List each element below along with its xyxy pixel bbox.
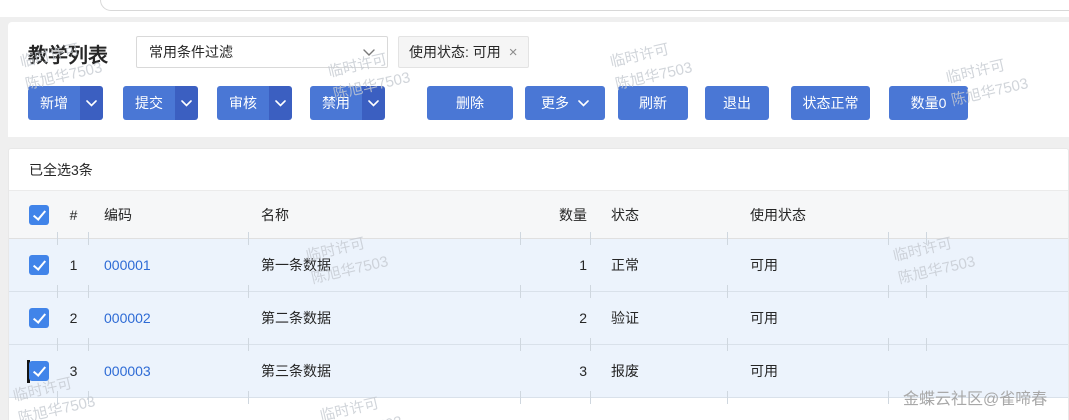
header-index: # [58,191,89,238]
quantity-button[interactable]: 数量0 [889,86,968,120]
list-header-panel: 教学列表 常用条件过滤 使用状态: 可用 × 新增 提交 审核 禁用 删除 更多 [8,22,1069,137]
row-use-status: 可用 [728,345,889,397]
chevron-down-icon [181,100,192,107]
app-screen: 教学列表 常用条件过滤 使用状态: 可用 × 新增 提交 审核 禁用 删除 更多 [0,0,1069,420]
row-name: 第三条数据 [249,345,521,397]
chevron-down-icon [368,100,379,107]
row-use-status: 可用 [728,239,889,291]
header-empty-1 [889,191,927,238]
chevron-down-icon [578,100,589,107]
row-quantity: 1 [521,239,591,291]
audit-button-group: 审核 [217,86,292,120]
row-use-status: 可用 [728,292,889,344]
status-normal-button[interactable]: 状态正常 [791,86,870,120]
row-quantity: 3 [521,345,591,397]
row-code-cell: 000003 [89,345,249,397]
row-empty-2 [927,292,1068,344]
add-button-group: 新增 [28,86,103,120]
audit-dropdown-button[interactable] [269,86,292,120]
row-index: 2 [58,292,89,344]
chevron-down-icon [86,100,97,107]
row-empty-1 [889,345,927,397]
row-checkbox[interactable] [29,255,49,275]
submit-dropdown-button[interactable] [175,86,198,120]
header-empty-2 [927,191,1068,238]
row-checkbox-cell [9,292,58,344]
disable-button-group: 禁用 [310,86,385,120]
row-index: 3 [58,345,89,397]
header-name: 名称 [249,191,521,238]
audit-button[interactable]: 审核 [217,86,269,120]
row-status: 正常 [591,239,728,291]
row-index: 1 [58,239,89,291]
header-checkbox-cell [9,191,58,238]
add-dropdown-button[interactable] [80,86,103,120]
row-status: 验证 [591,292,728,344]
data-grid: 已全选3条 # 编码 名称 数量 状态 使用状态 1 000001 第一条数据 … [8,148,1069,420]
close-icon[interactable]: × [509,45,518,60]
row-checkbox[interactable] [29,361,49,381]
selection-summary: 已全选3条 [9,149,1068,191]
row-checkbox-cell [9,239,58,291]
row-empty-2 [927,239,1068,291]
row-empty-1 [889,239,927,291]
table-row[interactable]: 2 000002 第二条数据 2 验证 可用 [9,292,1068,345]
row-code-cell: 000001 [89,239,249,291]
row-checkbox-cell [9,345,58,397]
row-code-link[interactable]: 000001 [104,257,151,273]
more-button-label: 更多 [541,93,569,113]
tab-edge [100,0,1069,11]
filter-scheme-select[interactable]: 常用条件过滤 [136,36,388,68]
table-row[interactable]: 1 000001 第一条数据 1 正常 可用 [9,239,1068,292]
row-checkbox[interactable] [29,308,49,328]
row-name: 第一条数据 [249,239,521,291]
add-button[interactable]: 新增 [28,86,80,120]
delete-button[interactable]: 删除 [427,86,513,120]
filter-tag-label: 使用状态: 可用 [409,42,501,62]
header-code: 编码 [89,191,249,238]
row-status: 报废 [591,345,728,397]
exit-button[interactable]: 退出 [705,86,769,120]
select-all-checkbox[interactable] [29,205,49,225]
chevron-down-icon [275,100,286,107]
submit-button[interactable]: 提交 [123,86,175,120]
row-name: 第二条数据 [249,292,521,344]
row-empty-2 [927,345,1068,397]
header-status: 状态 [591,191,728,238]
page-title: 教学列表 [28,39,108,68]
row-empty-1 [889,292,927,344]
tab-strip [0,0,1069,17]
row-code-link[interactable]: 000003 [104,363,151,379]
table-header-row: # 编码 名称 数量 状态 使用状态 [9,191,1068,239]
table-row[interactable]: 3 000003 第三条数据 3 报废 可用 [9,345,1068,398]
submit-button-group: 提交 [123,86,198,120]
more-button[interactable]: 更多 [525,86,605,120]
chevron-down-icon [363,49,375,56]
row-code-link[interactable]: 000002 [104,310,151,326]
header-use-status: 使用状态 [728,191,889,238]
disable-button[interactable]: 禁用 [310,86,362,120]
disable-dropdown-button[interactable] [362,86,385,120]
row-quantity: 2 [521,292,591,344]
filter-scheme-value: 常用条件过滤 [149,42,233,62]
header-quantity: 数量 [521,191,591,238]
filter-tag[interactable]: 使用状态: 可用 × [398,36,529,68]
refresh-button[interactable]: 刷新 [618,86,688,120]
row-code-cell: 000002 [89,292,249,344]
